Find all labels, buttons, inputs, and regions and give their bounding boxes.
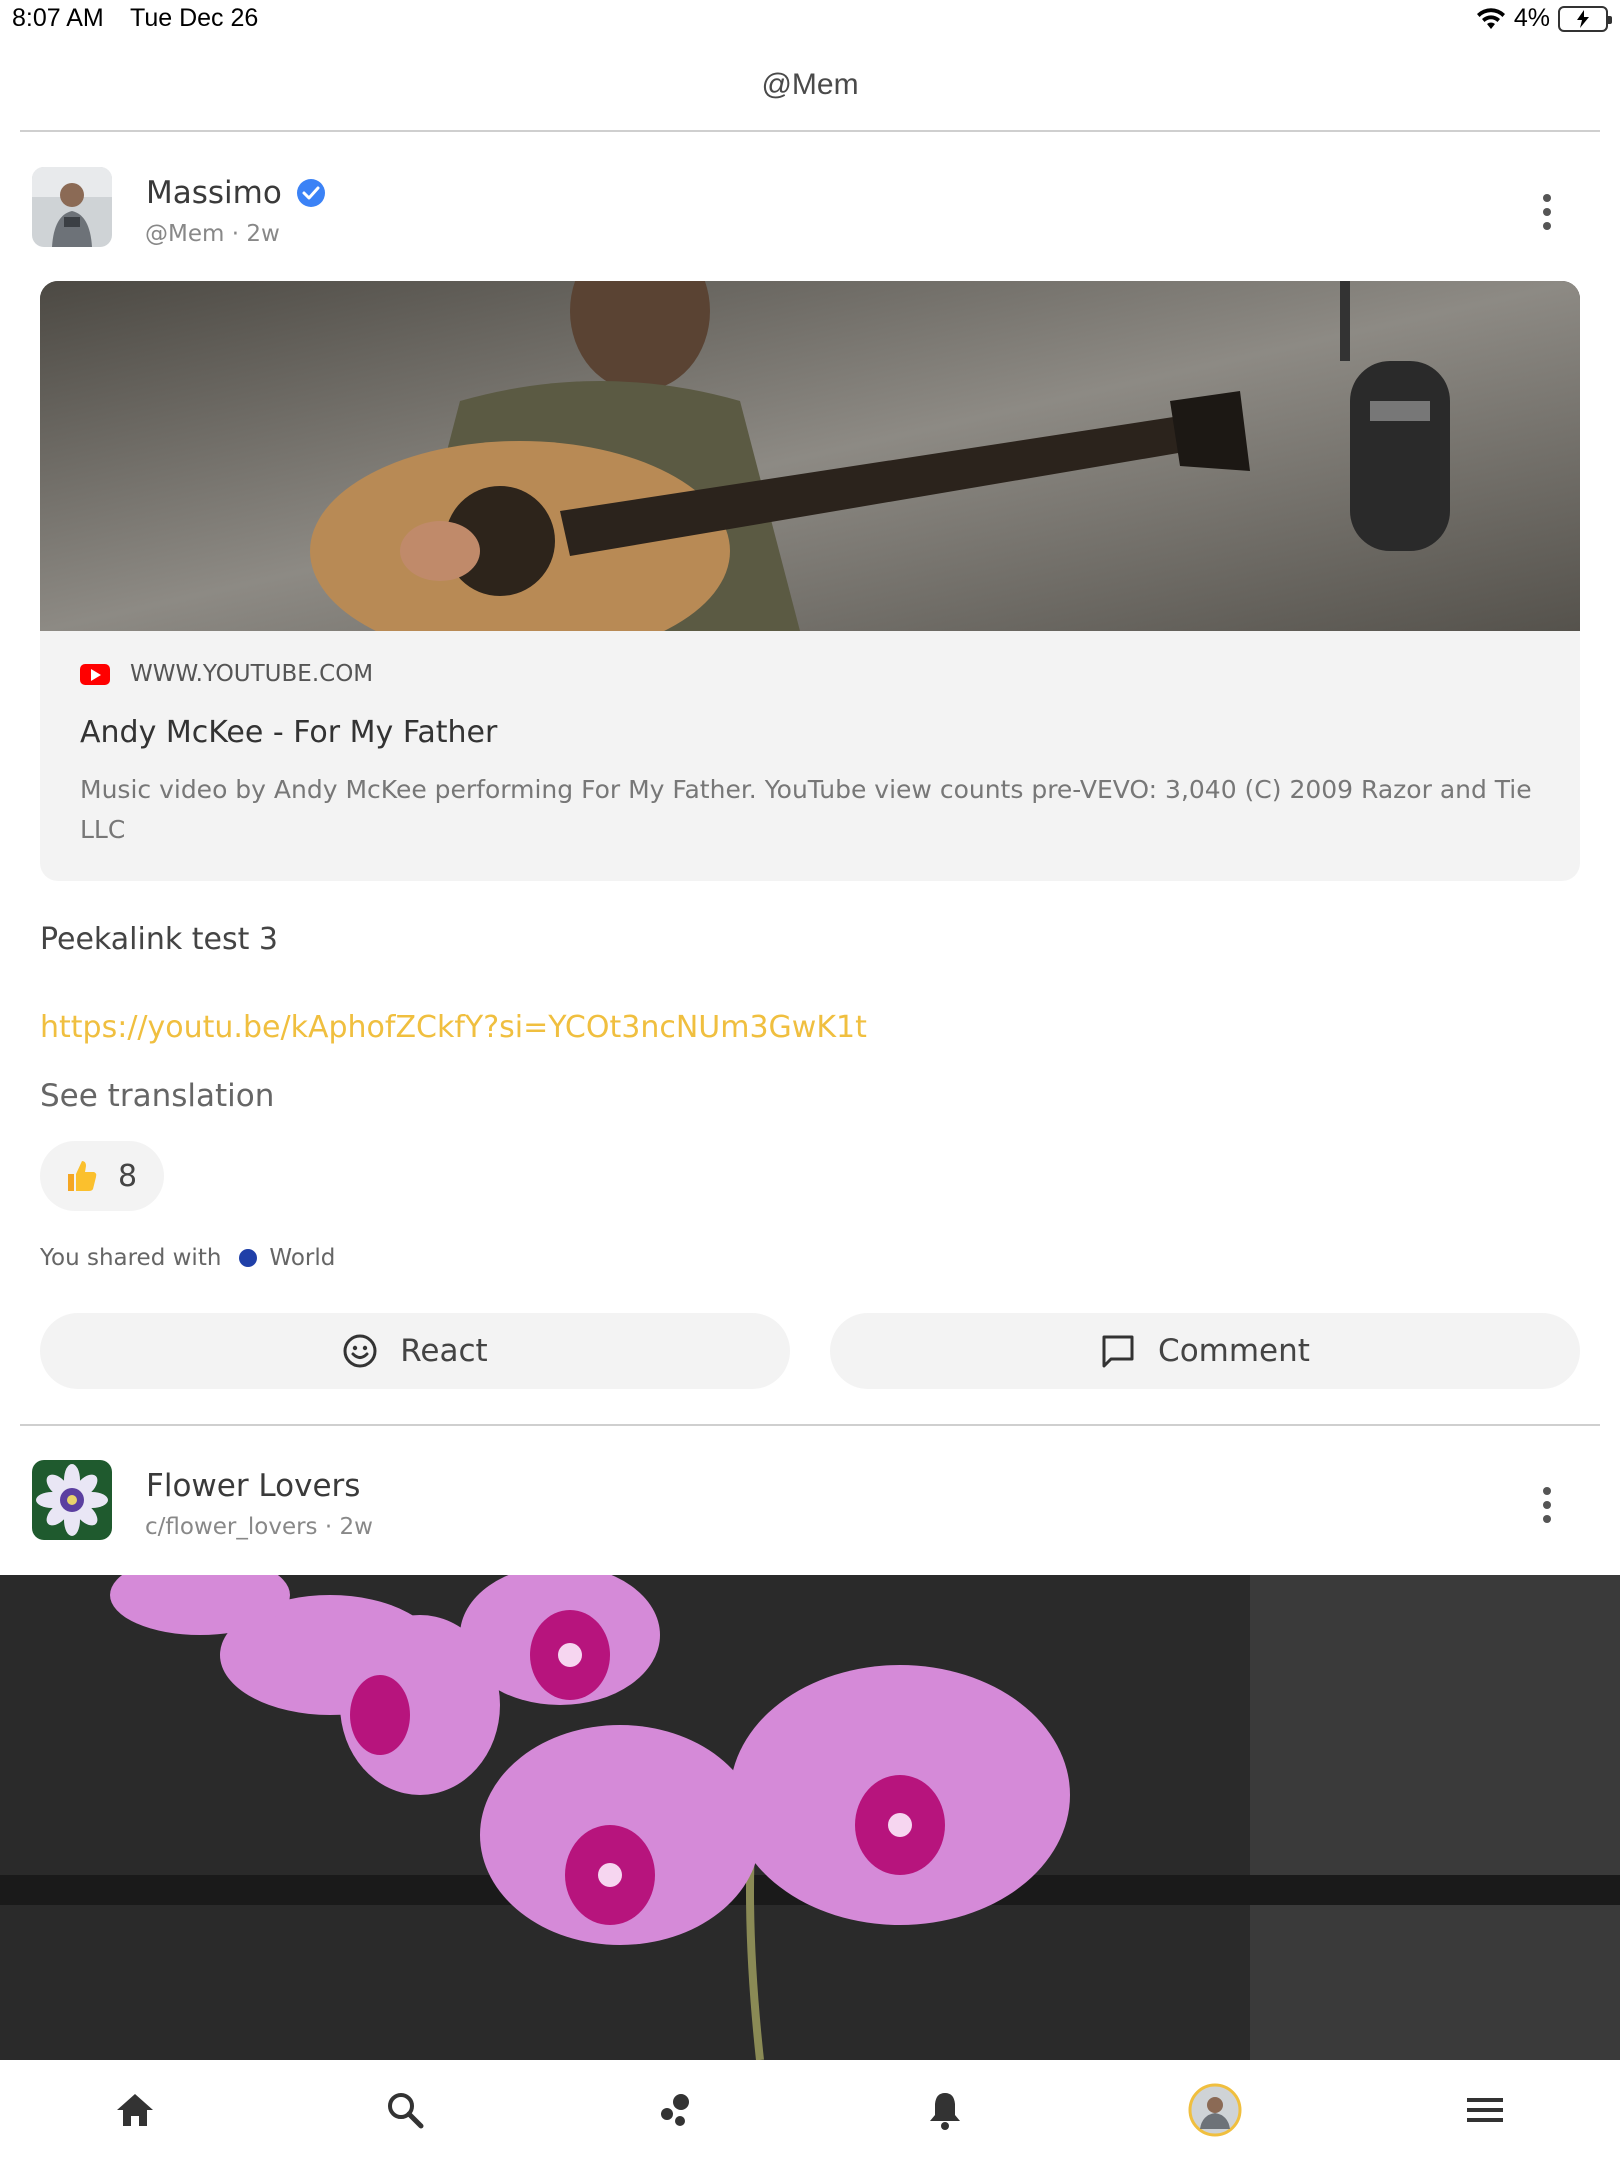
youtube-icon [80,663,110,685]
more-options-button[interactable] [1532,1480,1562,1530]
audience[interactable]: World [239,1245,335,1271]
tab-communities[interactable] [645,2080,705,2140]
status-date: Tue Dec 26 [130,4,259,32]
battery-percent: 4% [1513,4,1550,32]
page-title: @Mem [761,68,859,101]
thumbs-up-icon [68,1161,97,1191]
smiley-icon [343,1334,377,1368]
see-translation-button[interactable]: See translation [40,1078,274,1114]
shared-with-label: You shared with [40,1245,222,1271]
post-image[interactable] [0,1575,1620,2060]
search-icon [388,2093,424,2129]
dot-icon [1543,222,1551,230]
comment-icon [1102,1335,1134,1368]
shared-with: You shared with World [40,1245,335,1271]
post-header: Massimo @Mem · 2w [32,167,1592,257]
tab-search[interactable] [375,2080,435,2140]
status-time: 8:07 AM [12,4,104,32]
page-header: @Mem [20,40,1600,132]
link-preview-description: Music video by Andy McKee performing For… [80,775,1532,844]
post-meta: @Mem · 2w [145,221,280,247]
post-divider [20,1424,1600,1426]
status-indicators: 4% [1476,4,1612,33]
link-preview-card[interactable]: WWW.YOUTUBE.COM Andy McKee - For My Fath… [40,281,1580,881]
community-name[interactable]: Flower Lovers [146,1468,360,1504]
dot-icon [1543,194,1551,202]
tab-menu[interactable] [1455,2080,1515,2140]
comment-button[interactable]: Comment [830,1313,1580,1389]
link-preview-image [40,281,1580,631]
avatar[interactable] [32,167,112,247]
react-button-label: React [400,1333,488,1369]
home-icon [117,2094,153,2126]
link-source-label: WWW.YOUTUBE.COM [130,661,374,687]
link-preview-body: WWW.YOUTUBE.COM Andy McKee - For My Fath… [40,631,1580,880]
bell-icon [930,2093,960,2130]
audience-label: World [269,1245,336,1271]
link-preview-title: Andy McKee - For My Father [80,715,498,750]
world-dot-icon [239,1249,258,1267]
bottom-tab-bar [0,2060,1620,2160]
comment-button-label: Comment [1158,1333,1310,1369]
reaction-count: 8 [118,1158,138,1194]
dot-icon [1543,1487,1551,1495]
wifi-icon [1476,7,1505,29]
battery-icon [1558,5,1612,32]
tab-notifications[interactable] [915,2080,975,2140]
tab-home[interactable] [105,2080,165,2140]
post-header: Flower Lovers c/flower_lovers · 2w [32,1460,1592,1550]
profile-avatar [1188,2083,1242,2137]
link-source: WWW.YOUTUBE.COM [80,661,1540,687]
post-link[interactable]: https://youtu.be/kAphofZCkfY?si=YCOt3ncN… [40,1010,867,1045]
status-bar: 8:07 AM Tue Dec 26 4% [0,0,1620,40]
tab-profile[interactable] [1185,2080,1245,2140]
author-name[interactable]: Massimo [146,175,326,211]
react-button[interactable]: React [40,1313,790,1389]
verified-badge-icon [296,179,325,207]
community-avatar[interactable] [32,1460,112,1540]
communities-icon [661,2094,689,2126]
post-meta: c/flower_lovers · 2w [145,1514,373,1540]
more-options-button[interactable] [1532,187,1562,237]
dot-icon [1543,1515,1551,1523]
reaction-chip[interactable]: 8 [40,1141,164,1211]
dot-icon [1543,208,1551,216]
post-text: Peekalink test 3 [40,922,278,957]
menu-icon [1467,2098,1503,2122]
dot-icon [1543,1501,1551,1509]
